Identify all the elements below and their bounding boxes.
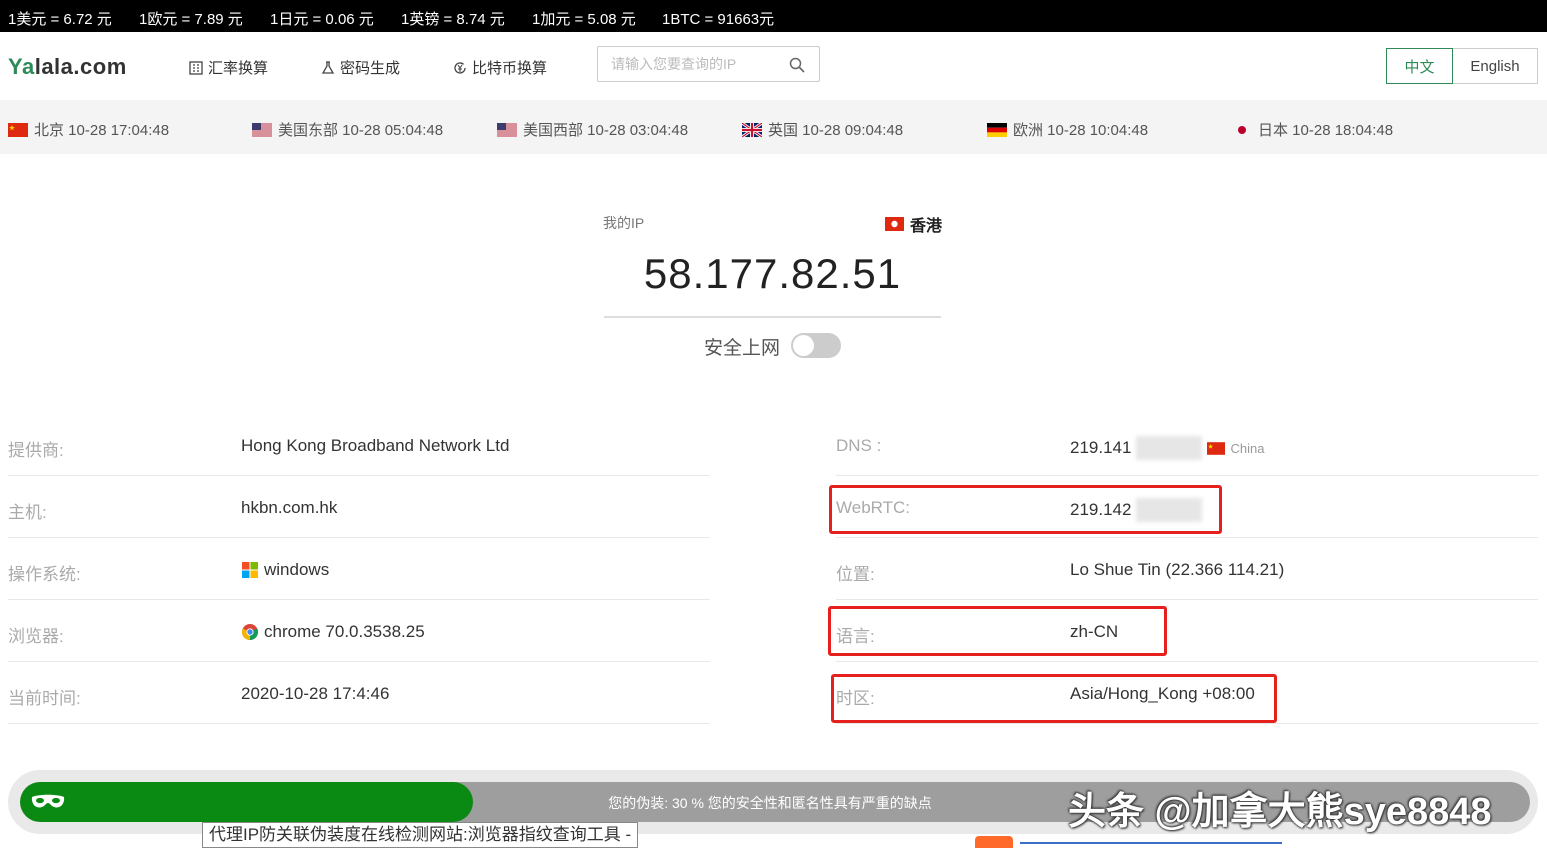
dns-country: China	[1230, 440, 1265, 456]
toggle-knob	[793, 335, 814, 356]
info-row-dns: DNS : 219.141 China	[836, 414, 1538, 476]
windows-icon	[242, 562, 258, 578]
china-flag-icon	[8, 122, 28, 137]
nav-label: 比特币换算	[472, 60, 548, 77]
info-key: 提供商:	[8, 441, 64, 460]
clock-label: 欧洲 10-28 10:04:48	[1013, 122, 1149, 139]
logo-prefix: Ya	[8, 54, 35, 79]
highlight-box-timezone	[831, 674, 1277, 723]
highlight-box-webrtc	[829, 485, 1222, 534]
yen-refresh-icon	[454, 61, 466, 74]
clock-beijing: 北京 10-28 17:04:48	[8, 119, 169, 140]
info-row-host: 主机: hkbn.com.hk	[8, 476, 710, 538]
info-key: 位置:	[836, 565, 875, 584]
info-value-text: chrome 70.0.3538.25	[264, 622, 425, 641]
info-row-current-time: 当前时间: 2020-10-28 17:4:46	[8, 662, 710, 724]
ticker-item: 1美元 = 6.72 元	[8, 11, 112, 28]
watermark: 头条 @加拿大熊sye8848	[1068, 791, 1492, 833]
info-value: Lo Shue Tin (22.366 114.21)	[1070, 560, 1284, 580]
japan-flag-icon	[1232, 122, 1252, 137]
logo-mid: lala	[34, 54, 74, 79]
hong-kong-flag-icon	[885, 217, 904, 231]
chrome-icon	[241, 624, 259, 640]
info-row-location: 位置: Lo Shue Tin (22.366 114.21)	[836, 538, 1538, 600]
info-key: 主机:	[8, 503, 47, 522]
us-flag-icon	[497, 122, 517, 137]
info-value-text: Lo Shue Tin (22.366 114.21)	[1070, 560, 1285, 579]
ip-region: 香港	[885, 212, 942, 236]
ticker-item: 1BTC = 91663元	[662, 11, 775, 28]
info-row-provider: 提供商: Hong Kong Broadband Network Ltd	[8, 414, 710, 476]
logo-suffix: .com	[73, 54, 127, 79]
clock-japan: 日本 10-28 18:04:48	[1232, 119, 1393, 140]
clock-label: 日本 10-28 18:04:48	[1258, 122, 1394, 139]
nav-label: 密码生成	[340, 60, 401, 77]
lang-chinese-button[interactable]: 中文	[1386, 48, 1453, 84]
us-flag-icon	[252, 122, 272, 137]
uk-flag-icon	[742, 122, 762, 137]
nav-bitcoin-converter[interactable]: 比特币换算	[453, 57, 547, 78]
nav-exchange-rate[interactable]: 汇率换算	[189, 57, 268, 78]
info-value-text: 219.141	[1070, 438, 1132, 457]
nav-password-generator[interactable]: 密码生成	[321, 57, 400, 78]
ticker-item: 1加元 = 5.08 元	[532, 11, 636, 28]
partial-footer-bar	[1020, 842, 1282, 848]
safe-browsing-label: 安全上网	[704, 338, 781, 359]
info-value-text: Hong Kong Broadband Network Ltd	[241, 436, 510, 455]
info-value: hkbn.com.hk	[241, 498, 337, 518]
info-value: 2020-10-28 17:4:46	[241, 684, 389, 704]
info-value: 219.141 China	[1070, 436, 1264, 460]
disguise-text: 您的伪装: 30 % 您的安全性和匿名性具有严重的缺点	[608, 795, 932, 811]
info-value-text: windows	[264, 560, 330, 579]
ticker-item: 1日元 = 0.06 元	[270, 11, 374, 28]
lang-english-button[interactable]: English	[1453, 48, 1538, 84]
ip-search-input[interactable]	[598, 47, 778, 81]
info-value-text: 2020-10-28 17:4:46	[241, 684, 390, 703]
clock-label: 北京 10-28 17:04:48	[34, 122, 170, 139]
mask-icon	[31, 794, 65, 808]
region-name: 香港	[910, 218, 943, 235]
germany-flag-icon	[987, 122, 1007, 137]
clock-uk: 英国 10-28 09:04:48	[742, 119, 903, 140]
info-value: windows	[241, 560, 329, 580]
clock-label: 美国西部 10-28 03:04:48	[523, 122, 689, 139]
china-flag-icon	[1207, 441, 1226, 455]
ip-address: 58.177.82.51	[643, 250, 902, 297]
info-row-os: 操作系统: windows	[8, 538, 710, 600]
safe-browsing-toggle[interactable]	[791, 333, 841, 358]
page-title-tooltip: 代理IP防关联伪装度在线检测网站:浏览器指纹查询工具 -	[202, 822, 639, 848]
ip-divider	[604, 316, 941, 318]
search-icon[interactable]	[789, 57, 805, 73]
exchange-rate-ticker: 1美元 = 6.72 元 1欧元 = 7.89 元 1日元 = 0.06 元 1…	[0, 0, 1547, 32]
clock-europe: 欧洲 10-28 10:04:48	[987, 119, 1148, 140]
info-key: 当前时间:	[8, 689, 81, 708]
info-key: DNS :	[836, 436, 882, 455]
header: Yalala.com 汇率换算 密码生成 比特币换算 中文 English	[0, 32, 1547, 100]
clock-us-east: 美国东部 10-28 05:04:48	[252, 119, 443, 140]
clock-label: 英国 10-28 09:04:48	[768, 122, 904, 139]
ticker-item: 1英镑 = 8.74 元	[401, 11, 505, 28]
ticker-item: 1欧元 = 7.89 元	[139, 11, 243, 28]
info-value-text: hkbn.com.hk	[241, 498, 338, 517]
site-logo[interactable]: Yalala.com	[8, 54, 127, 80]
partial-logo-icon	[975, 836, 1013, 848]
nav-label: 汇率换算	[208, 60, 269, 77]
highlight-box-language	[828, 606, 1167, 656]
world-clock-bar: 北京 10-28 17:04:48 美国东部 10-28 05:04:48 美国…	[0, 100, 1547, 154]
info-key: 浏览器:	[8, 627, 64, 646]
ip-search-box	[597, 46, 820, 82]
info-value: Hong Kong Broadband Network Ltd	[241, 436, 509, 456]
disguise-progress-fill	[20, 782, 473, 822]
redacted-area	[1136, 436, 1203, 460]
calculator-icon	[189, 60, 203, 75]
info-value: chrome 70.0.3538.25	[241, 622, 425, 642]
clock-us-west: 美国西部 10-28 03:04:48	[497, 119, 688, 140]
flask-icon	[321, 60, 335, 74]
my-ip-label: 我的IP	[603, 215, 645, 231]
clock-label: 美国东部 10-28 05:04:48	[278, 122, 444, 139]
info-row-browser: 浏览器: chrome 70.0.3538.25	[8, 600, 710, 662]
info-key: 操作系统:	[8, 565, 81, 584]
